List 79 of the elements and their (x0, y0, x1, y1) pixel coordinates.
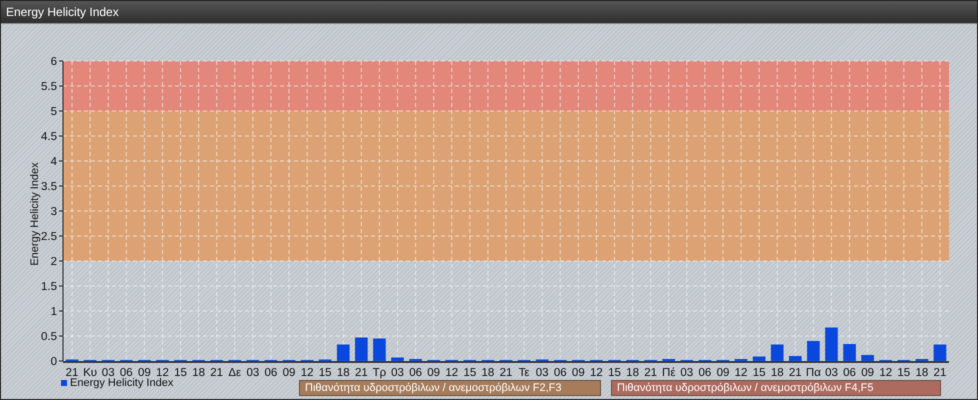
x-tick-label: 06 (120, 367, 133, 379)
x-tick-label: 21 (66, 367, 78, 379)
bar (843, 344, 856, 361)
bar (373, 338, 386, 361)
y-tick-label: 4.5 (41, 131, 57, 143)
x-tick-label: 03 (825, 367, 838, 379)
x-tick-label: 09 (861, 367, 874, 379)
x-tick-label: 18 (336, 367, 350, 379)
x-tick-label: 03 (536, 367, 549, 379)
window-title: Energy Helicity Index (6, 5, 119, 19)
y-tick-label: 0.5 (41, 331, 57, 343)
y-tick-label: 6 (50, 56, 57, 68)
bar (336, 344, 350, 361)
x-tick-label: 15 (752, 367, 766, 379)
risk-note: Πιθανότητα υδροστρόβιλων / ανεμοστρόβιλων F4,F5 (611, 380, 941, 396)
x-tick-label: Δε (228, 367, 242, 379)
legend-label: Energy Helicity Index (70, 377, 174, 389)
x-tick-label: 12 (879, 367, 892, 379)
x-tick-label: Πα (806, 367, 821, 379)
x-tick-label: 12 (445, 367, 458, 379)
x-tick-label: 09 (572, 367, 585, 379)
x-tick-label: Τρ (372, 367, 386, 379)
x-tick-label: 15 (608, 367, 621, 379)
x-tick-label: 12 (156, 367, 169, 379)
x-tick-label: 12 (300, 367, 314, 379)
x-tick-label: 06 (698, 367, 712, 379)
x-tick-label: 21 (354, 367, 368, 379)
y-tick-label: 1.5 (41, 281, 57, 293)
x-tick-label: 03 (246, 367, 260, 379)
x-tick-label: 03 (102, 367, 115, 379)
x-tick-label: 03 (391, 367, 404, 379)
y-tick-label: 0 (50, 356, 57, 368)
x-tick-label: 21 (500, 367, 512, 379)
bar (825, 328, 838, 361)
x-tick-label: 15 (897, 367, 910, 379)
x-tick-label: 18 (626, 367, 639, 379)
y-tick-label: 5 (50, 106, 57, 118)
x-tick-label: 09 (138, 367, 151, 379)
x-tick-label: 15 (463, 367, 476, 379)
y-tick-label: 4 (50, 156, 57, 168)
x-tick-label: 21 (788, 367, 802, 379)
x-tick-label: 21 (934, 367, 946, 379)
x-tick-label: 09 (282, 367, 296, 379)
x-tick-label: 12 (734, 367, 748, 379)
risk-note: Πιθανότητα υδροστρόβιλων / ανεμοστρόβιλων F2,F3 (299, 380, 601, 396)
x-tick-label: Τε (518, 367, 530, 379)
x-tick-label: 06 (264, 367, 278, 379)
bar (807, 341, 820, 361)
x-tick-label: 06 (554, 367, 567, 379)
bar (355, 338, 368, 361)
bar (391, 358, 404, 361)
y-tick-label: 3 (50, 206, 57, 218)
x-tick-label: 12 (590, 367, 603, 379)
x-tick-label: 03 (680, 367, 694, 379)
x-tick-label: 21 (210, 367, 224, 379)
bar (752, 356, 766, 361)
x-tick-label: 09 (427, 367, 440, 379)
y-axis-title: Energy Helicity Index (29, 162, 41, 266)
x-tick-label: 15 (318, 367, 332, 379)
x-tick-label: Κυ (83, 367, 98, 379)
bar (861, 355, 874, 361)
bar (934, 344, 946, 361)
y-tick-label: 2 (50, 256, 57, 268)
y-tick-label: 5.5 (41, 81, 57, 93)
x-tick-label: 06 (409, 367, 422, 379)
x-tick-label: 18 (915, 367, 928, 379)
x-tick-label: 15 (174, 367, 187, 379)
y-tick-label: 3.5 (41, 181, 57, 193)
x-tick-label: 09 (716, 367, 730, 379)
y-tick-label: 1 (50, 306, 57, 318)
x-tick-label: 18 (482, 367, 494, 379)
bar (788, 356, 802, 361)
bar (770, 344, 784, 361)
x-tick-label: Πέ (662, 367, 676, 379)
x-tick-label: 18 (770, 367, 784, 379)
y-tick-label: 2.5 (41, 231, 57, 243)
x-tick-label: 06 (843, 367, 856, 379)
x-tick-label: 21 (644, 367, 658, 379)
x-tick-label: 18 (192, 367, 205, 379)
